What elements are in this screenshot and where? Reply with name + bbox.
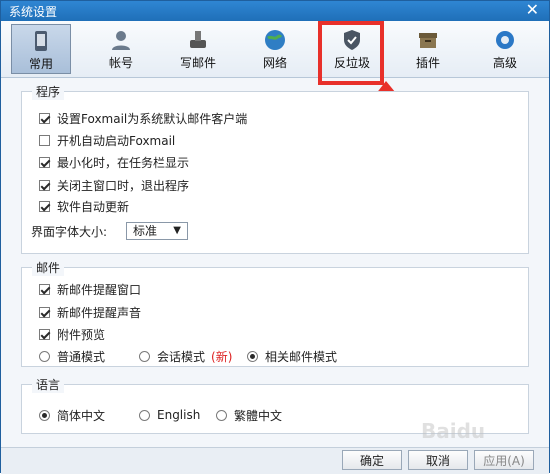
- font-size-value: 标准: [133, 224, 158, 238]
- baidu-watermark-logo: Baidu: [421, 419, 486, 443]
- settings-toolbar: 常用 帐号 写邮件 网络 反垃圾 插件 高级: [1, 21, 549, 78]
- lang-label: 简体中文: [57, 408, 106, 423]
- option-attachment-preview[interactable]: 附件预览: [39, 325, 105, 343]
- lang-simplified-chinese[interactable]: 简体中文: [39, 406, 105, 424]
- ok-button[interactable]: 确定: [342, 450, 402, 470]
- window-title: 系统设置: [9, 5, 58, 19]
- title-bar: 系统设置 ✕: [1, 1, 549, 21]
- font-size-row: 界面字体大小:: [31, 222, 107, 240]
- font-size-select[interactable]: 标准 ▼: [126, 222, 188, 240]
- tab-label: 帐号: [108, 56, 133, 70]
- tab-plugins[interactable]: 插件: [398, 24, 458, 74]
- lang-label: English: [157, 408, 201, 422]
- checkbox[interactable]: [39, 200, 50, 212]
- settings-window: 系统设置 ✕ 常用 帐号 写邮件 网络 反垃圾 插件 高级 程序 设置Foxma…: [0, 0, 550, 474]
- mode-normal[interactable]: 普通模式: [39, 347, 105, 365]
- option-label: 软件自动更新: [57, 199, 130, 214]
- chevron-down-icon: ▼: [173, 225, 181, 236]
- mode-label: 会话模式: [157, 349, 206, 364]
- tab-advanced[interactable]: 高级: [475, 24, 535, 74]
- mode-label: 普通模式: [57, 349, 106, 364]
- tab-account[interactable]: 帐号: [91, 24, 151, 74]
- tab-label: 写邮件: [179, 56, 216, 70]
- radio[interactable]: [39, 350, 50, 362]
- mode-label: 相关邮件模式: [265, 349, 338, 364]
- option-autostart[interactable]: 开机自动启动Foxmail: [39, 131, 175, 149]
- tab-label: 常用: [28, 57, 53, 71]
- globe-icon: [265, 30, 285, 50]
- option-label: 新邮件提醒窗口: [57, 282, 142, 297]
- checkbox[interactable]: [39, 112, 50, 124]
- checkbox[interactable]: [39, 179, 50, 191]
- phone-icon: [35, 31, 47, 51]
- checkbox[interactable]: [39, 134, 50, 146]
- apply-button[interactable]: 应用(A): [474, 450, 534, 470]
- checkbox[interactable]: [39, 328, 50, 340]
- lang-english[interactable]: English: [139, 406, 200, 424]
- option-label: 关闭主窗口时，退出程序: [57, 178, 190, 193]
- radio[interactable]: [247, 350, 258, 362]
- group-title: 语言: [32, 376, 65, 393]
- radio[interactable]: [139, 409, 150, 421]
- option-minimize-taskbar[interactable]: 最小化时，在任务栏显示: [39, 153, 189, 171]
- new-badge: (新): [211, 349, 233, 364]
- group-title: 邮件: [32, 259, 65, 276]
- radio[interactable]: [39, 409, 50, 421]
- option-label: 新邮件提醒声音: [57, 305, 142, 320]
- option-label: 开机自动启动Foxmail: [57, 133, 176, 148]
- option-label: 设置Foxmail为系统默认邮件客户端: [57, 111, 248, 126]
- mode-conversation[interactable]: 会话模式 (新): [139, 347, 232, 365]
- mode-related[interactable]: 相关邮件模式: [247, 347, 337, 365]
- pen-icon: [190, 31, 206, 48]
- tab-compose[interactable]: 写邮件: [168, 24, 228, 74]
- lang-label: 繁體中文: [234, 408, 283, 423]
- cancel-button[interactable]: 取消: [408, 450, 468, 470]
- checkbox[interactable]: [39, 156, 50, 168]
- tab-label: 插件: [415, 56, 440, 70]
- option-new-mail-window[interactable]: 新邮件提醒窗口: [39, 280, 141, 298]
- button-bar: 确定 取消 应用(A): [1, 447, 549, 474]
- lang-traditional-chinese[interactable]: 繁體中文: [216, 406, 282, 424]
- tab-network[interactable]: 网络: [245, 24, 305, 74]
- radio[interactable]: [216, 409, 227, 421]
- option-new-mail-sound[interactable]: 新邮件提醒声音: [39, 303, 141, 321]
- tab-general[interactable]: 常用: [11, 24, 71, 74]
- font-size-label: 界面字体大小:: [31, 224, 108, 239]
- tab-label: 网络: [262, 56, 287, 70]
- option-label: 最小化时，在任务栏显示: [57, 155, 190, 170]
- tab-label: 高级: [492, 56, 517, 70]
- option-auto-update[interactable]: 软件自动更新: [39, 197, 129, 215]
- option-label: 附件预览: [57, 327, 106, 342]
- gear-icon: [496, 31, 514, 49]
- radio[interactable]: [139, 350, 150, 362]
- antispam-highlight-box: [318, 21, 384, 85]
- checkbox[interactable]: [39, 306, 50, 318]
- user-icon: [112, 31, 130, 50]
- close-icon[interactable]: ✕: [526, 1, 539, 19]
- box-icon: [419, 33, 437, 48]
- checkbox[interactable]: [39, 283, 50, 295]
- option-default-client[interactable]: 设置Foxmail为系统默认邮件客户端: [39, 109, 247, 127]
- group-title: 程序: [32, 83, 65, 100]
- option-exit-on-close[interactable]: 关闭主窗口时，退出程序: [39, 176, 189, 194]
